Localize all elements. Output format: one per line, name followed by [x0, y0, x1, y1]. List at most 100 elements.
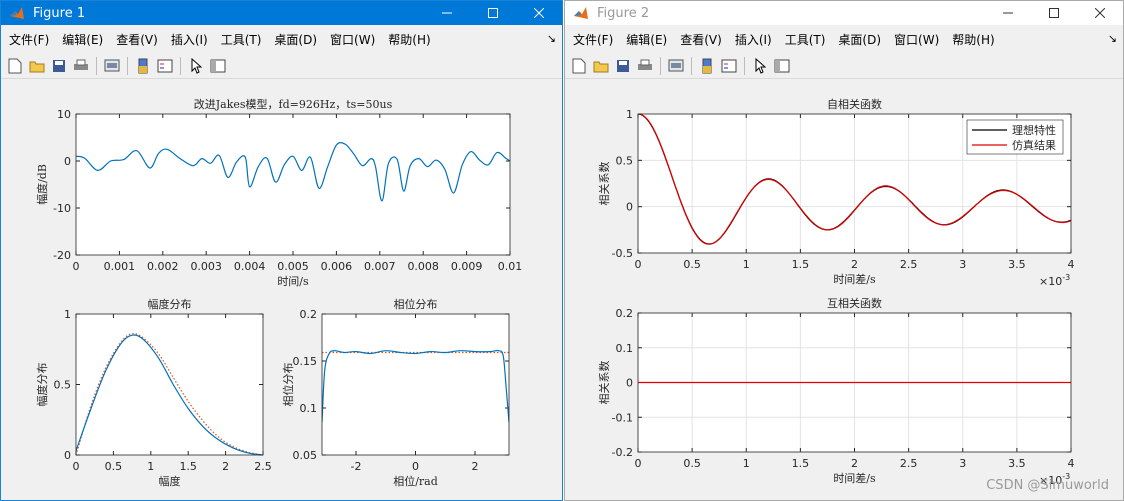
menu-insert[interactable]: 插入(I) [730, 31, 777, 48]
x-tick-label: 0.5 [683, 457, 701, 470]
figure-2-canvas: 0 0.5 1 1.5 2 2.5 3 3.5 4-0.500.51自相关函数时间差/s相关系数… [597, 97, 1075, 487]
title-bar: Figure 1 [1, 1, 562, 25]
insert-legend-icon[interactable] [154, 55, 176, 77]
close-button[interactable] [516, 1, 562, 25]
x-tick-label: 1 [743, 258, 750, 271]
menu-help[interactable]: 帮助(H) [947, 31, 999, 48]
menu-desktop[interactable]: 桌面(D) [833, 31, 886, 48]
dock-arrow-icon[interactable]: ↘ [1108, 32, 1117, 45]
print-preview-icon[interactable] [101, 55, 123, 77]
menu-bar: 文件(F) 编辑(E) 查看(V) 插入(I) 工具(T) 桌面(D) 窗口(W… [1, 28, 562, 50]
y-tick-label: 0.15 [293, 355, 318, 368]
menu-help[interactable]: 帮助(H) [383, 31, 435, 48]
close-button[interactable] [1077, 1, 1123, 25]
y-tick-label: 1 [626, 108, 633, 121]
menu-view[interactable]: 查看(V) [675, 31, 727, 48]
open-file-icon[interactable] [590, 55, 612, 77]
envelope-axes: 0 0.001 0.002 0.003 0.004 0.005 0.006 0.007 0.00… [35, 97, 522, 288]
figure-2-window: Figure 2 文件(F) 编辑(E) 查看(V) 插入(I) 工具(T) 桌… [564, 0, 1124, 501]
chart-title: 幅度分布 [148, 297, 192, 311]
x-tick-label: 1.5 [792, 457, 810, 470]
x-tick-label: 2 [472, 460, 479, 473]
minimize-icon [1003, 12, 1013, 14]
plot-area [76, 314, 263, 455]
pointer-icon[interactable] [749, 55, 771, 77]
x-tick-label: 2.5 [254, 460, 272, 473]
x-tick-label: 2 [851, 457, 858, 470]
y-tick-label: -20 [53, 249, 71, 262]
insert-colorbar-icon[interactable] [696, 55, 718, 77]
menu-window[interactable]: 窗口(W) [889, 31, 944, 48]
y-tick-label: 0 [64, 155, 71, 168]
chart-title: 改进Jakes模型，fd=926Hz，ts=50us [194, 97, 393, 111]
x-tick-label: 4 [1068, 457, 1075, 470]
property-inspector-icon[interactable] [771, 55, 793, 77]
menu-desktop[interactable]: 桌面(D) [269, 31, 322, 48]
new-figure-icon[interactable] [568, 55, 590, 77]
print-icon[interactable] [70, 55, 92, 77]
x-tick-label: 1.5 [179, 460, 197, 473]
x-tick-label: 0 [635, 457, 642, 470]
y-tick-label: 0 [626, 201, 633, 214]
x-tick-label: 0 [635, 258, 642, 271]
menu-file[interactable]: 文件(F) [4, 31, 54, 48]
matlab-icon [574, 7, 588, 19]
menu-view[interactable]: 查看(V) [111, 31, 163, 48]
print-icon[interactable] [634, 55, 656, 77]
save-icon[interactable] [612, 55, 634, 77]
menu-file[interactable]: 文件(F) [568, 31, 618, 48]
plot-area [322, 314, 509, 455]
matlab-icon [10, 7, 24, 19]
x-tick-label: 0.008 [407, 260, 439, 273]
y-tick-label: 1 [64, 308, 71, 321]
open-file-icon[interactable] [26, 55, 48, 77]
menu-tools[interactable]: 工具(T) [780, 31, 831, 48]
chart-title: 相位分布 [394, 297, 438, 311]
close-icon [534, 8, 544, 18]
x-tick-label: 2 [222, 460, 229, 473]
x-tick-label: 0.009 [451, 260, 483, 273]
amplitude-axes: 0 0.5 1 1.5 2 2.5 0 0.5 1 幅度分布幅度 幅度分布 [35, 297, 272, 488]
toolbar-separator [180, 56, 181, 75]
menu-tools[interactable]: 工具(T) [216, 31, 267, 48]
x-tick-label: 4 [1068, 258, 1075, 271]
insert-colorbar-icon[interactable] [132, 55, 154, 77]
y-axis-label: 相位分布 [281, 363, 295, 407]
menu-window[interactable]: 窗口(W) [325, 31, 380, 48]
dock-arrow-icon[interactable]: ↘ [547, 32, 556, 45]
legend-label: 仿真结果 [1012, 138, 1056, 152]
plot-area [76, 114, 510, 255]
minimize-button[interactable] [985, 1, 1031, 25]
x-tick-label: 0.004 [234, 260, 266, 273]
pointer-icon[interactable] [185, 55, 207, 77]
x-exponent-label: ×10-3 [1039, 273, 1070, 288]
maximize-button[interactable] [470, 1, 516, 25]
x-tick-label: 0.5 [105, 460, 123, 473]
legend-label: 理想特性 [1012, 123, 1056, 137]
close-icon [1095, 8, 1105, 18]
toolbar [1, 53, 562, 79]
y-tick-label: 0 [64, 449, 71, 462]
menu-edit[interactable]: 编辑(E) [57, 31, 108, 48]
menu-insert[interactable]: 插入(I) [166, 31, 213, 48]
y-tick-label: 0.5 [54, 379, 72, 392]
y-tick-label: -0.1 [612, 411, 633, 424]
chart-title: 自相关函数 [827, 97, 882, 111]
x-axis-label: 相位/rad [393, 474, 438, 488]
minimize-button[interactable] [424, 1, 470, 25]
maximize-button[interactable] [1031, 1, 1077, 25]
x-tick-label: 1 [147, 460, 154, 473]
menu-edit[interactable]: 编辑(E) [621, 31, 672, 48]
save-icon[interactable] [48, 55, 70, 77]
x-tick-label: 2.5 [900, 457, 918, 470]
print-preview-icon[interactable] [665, 55, 687, 77]
y-axis-label: 相关系数 [597, 162, 611, 206]
toolbar-separator [127, 56, 128, 75]
property-inspector-icon[interactable] [207, 55, 229, 77]
insert-legend-icon[interactable] [718, 55, 740, 77]
x-tick-label: 0.01 [498, 260, 523, 273]
window-title: Figure 1 [33, 5, 86, 21]
y-tick-label: 0.5 [616, 154, 634, 167]
new-figure-icon[interactable] [4, 55, 26, 77]
y-axis-label: 幅度分布 [35, 363, 49, 407]
